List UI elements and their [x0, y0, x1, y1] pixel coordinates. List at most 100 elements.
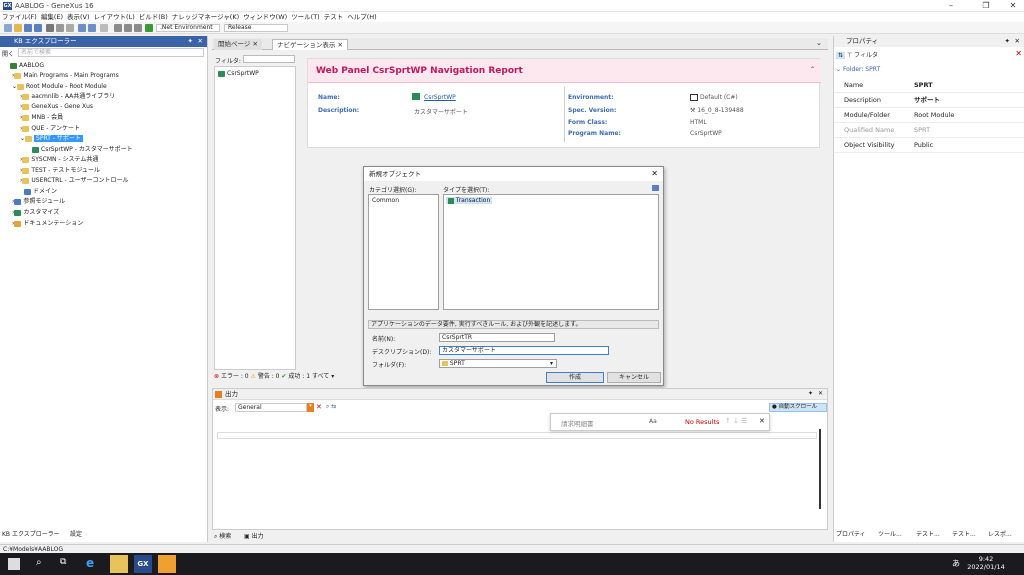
tab-properties[interactable]: プロパティ — [836, 530, 866, 540]
paste-icon[interactable] — [66, 24, 74, 32]
property-row[interactable]: Module/Folder Root Module — [834, 108, 1024, 123]
find-input[interactable]: 請求明細書 — [561, 418, 594, 428]
menu-view[interactable]: 表示(V) — [65, 12, 92, 22]
copy-icon[interactable] — [56, 24, 64, 32]
find-close-icon[interactable]: ✕ — [759, 417, 765, 425]
tree-item[interactable]: AABLOG — [10, 61, 44, 70]
genexus-taskbar-icon[interactable]: GX — [134, 555, 152, 573]
scrollbar[interactable] — [819, 429, 827, 509]
edge-icon[interactable]: e — [86, 556, 94, 570]
success-count[interactable]: 成功 : 1 — [288, 373, 310, 380]
dialog-close-icon[interactable]: ✕ — [651, 169, 658, 178]
view-toggle-icon[interactable] — [652, 185, 659, 191]
error-count[interactable]: エラー : 0 — [221, 373, 249, 380]
search-icon[interactable]: ⌕ ⇆ — [326, 403, 336, 411]
collapse-icon[interactable]: ⌃ — [810, 66, 815, 73]
pin-icon[interactable]: ✦ — [1005, 36, 1010, 47]
tree-item[interactable]: › GeneXus - Gene Xus — [20, 102, 93, 111]
undo-icon[interactable] — [78, 24, 86, 32]
menu-test[interactable]: テスト — [322, 12, 346, 22]
menu-window[interactable]: ウィンドウ(W) — [241, 12, 289, 22]
sort-icon[interactable]: ⇅ — [836, 52, 846, 59]
filter-label[interactable]: フィルタ — [854, 52, 878, 59]
close-pane-icon[interactable]: ✕ — [198, 36, 203, 47]
property-row[interactable]: Description サポート — [834, 93, 1024, 108]
tree-item[interactable]: CsrSprtWP - カスタマーサポート — [32, 145, 133, 154]
clock[interactable]: 9:42 2022/01/14 — [966, 555, 1006, 571]
save-icon[interactable] — [24, 24, 32, 32]
category-list[interactable]: Common — [368, 194, 439, 310]
close-window-button[interactable]: ✕ — [1002, 0, 1024, 12]
filter-all[interactable]: すべて — [312, 373, 329, 380]
folder-select[interactable]: SPRT ▾ — [439, 359, 557, 368]
tree-item[interactable]: › Main Programs - Main Programs — [12, 71, 119, 80]
run-icon[interactable] — [134, 24, 142, 32]
tree-item[interactable]: ⌄ Root Module - Root Module — [12, 82, 107, 91]
menu-layout[interactable]: レイアウト(L) — [92, 12, 137, 22]
play-icon[interactable] — [145, 24, 153, 32]
filter-input[interactable] — [243, 55, 295, 63]
tree-item-selected[interactable]: ⌄ SPRT - サポート — [20, 134, 83, 143]
tree-item[interactable]: › USERCTRL - ユーザーコントロール — [20, 176, 129, 185]
restore-button[interactable]: ❐ — [975, 0, 997, 12]
tab-navigation-view[interactable]: ナビゲーション表示 ✕ — [272, 39, 348, 50]
open-button[interactable]: 開く — [2, 49, 14, 58]
cancel-button[interactable]: キャンセル — [607, 372, 661, 383]
menu-build[interactable]: ビルド(B) — [137, 12, 170, 22]
clear-filter-icon[interactable]: ✕ — [1015, 49, 1022, 58]
tree-item[interactable]: › MNB - 会員 — [20, 113, 63, 122]
app-icon[interactable] — [158, 555, 176, 573]
rebuild-icon[interactable] — [124, 24, 132, 32]
environment-select[interactable]: .Net Environment — [156, 24, 220, 32]
tree-item[interactable]: › 参照モジュール — [12, 197, 65, 206]
clear-icon[interactable]: ✕ — [316, 403, 322, 411]
menu-tools[interactable]: ツール(T) — [289, 12, 322, 22]
tab-output[interactable]: ▣ 出力 — [244, 532, 264, 542]
minimize-button[interactable]: – — [940, 0, 962, 12]
create-button[interactable]: 作成 — [546, 372, 604, 383]
output-source-select[interactable]: General — [235, 403, 307, 412]
menu-knowledge-manager[interactable]: ナレッジマネージャ(K) — [170, 12, 241, 22]
close-pane-icon[interactable]: ✕ — [1015, 36, 1020, 47]
filter-icon[interactable]: ⊤ — [847, 52, 852, 59]
property-row[interactable]: Name SPRT — [834, 78, 1024, 93]
tree-item[interactable]: › QUE - アンケート — [20, 124, 80, 133]
category-item[interactable]: Common — [372, 197, 399, 204]
menu-edit[interactable]: 編集(E) — [39, 12, 65, 22]
warning-count[interactable]: 警告 : 0 — [258, 373, 280, 380]
configuration-select[interactable]: Release — [224, 24, 288, 32]
cut-icon[interactable] — [46, 24, 54, 32]
type-item[interactable]: Transaction — [446, 197, 493, 204]
tree-item[interactable]: › SYSCMN - システム共通 — [20, 155, 98, 164]
ime-indicator[interactable]: あ — [952, 558, 960, 569]
tab-kb-explorer[interactable]: KB エクスプローラー — [2, 530, 60, 540]
open-icon[interactable] — [14, 24, 22, 32]
explorer-icon[interactable] — [110, 555, 128, 573]
description-field[interactable]: カスタマーサポート — [439, 346, 609, 355]
tab-overflow-icon[interactable]: ⌄ — [816, 39, 822, 47]
tree-item[interactable]: ドメイン — [24, 187, 57, 196]
tree-item[interactable]: › aacmnlib - AA共通ライブラリ — [20, 92, 115, 101]
name-link[interactable]: CsrSprtWP — [424, 94, 456, 101]
dropdown-icon[interactable]: ▾ — [307, 403, 314, 412]
kb-search-input[interactable]: 名前で検索 — [18, 48, 204, 57]
tree-item[interactable]: › カスタマイズ — [12, 208, 59, 217]
prev-next-icons[interactable]: ↑ ↓ ☰ — [725, 417, 747, 425]
type-list[interactable]: Transaction — [443, 194, 659, 310]
new-icon[interactable] — [4, 24, 12, 32]
property-row[interactable]: Object Visibility Public — [834, 138, 1024, 153]
task-view-icon[interactable]: ⧉ — [60, 557, 66, 567]
pin-icon[interactable]: ✦ — [808, 390, 813, 397]
tree-item[interactable]: › ドキュメンテーション — [12, 219, 83, 228]
windows-start-icon[interactable] — [8, 558, 20, 570]
search-icon[interactable]: ⌕ — [36, 557, 42, 568]
tab-test-2[interactable]: テスト... — [952, 530, 976, 540]
menu-file[interactable]: ファイル(F) — [0, 12, 39, 22]
tab-start-page[interactable]: 開始ページ ✕ — [214, 39, 262, 50]
tab-toolbox[interactable]: ツール... — [878, 530, 902, 540]
tab-test-1[interactable]: テスト... — [916, 530, 940, 540]
tab-responsive[interactable]: レスポ... — [988, 530, 1012, 540]
nav-list-item[interactable]: CsrSprtWP — [218, 69, 259, 78]
match-case-toggle[interactable]: Aa — [649, 418, 657, 425]
property-row[interactable]: Qualified Name SPRT — [834, 123, 1024, 138]
